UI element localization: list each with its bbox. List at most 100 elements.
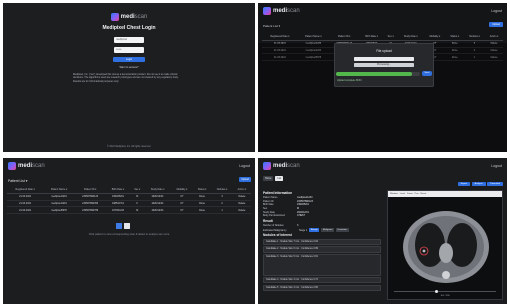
crumb-list[interactable]: List [275,176,284,181]
field-label: Sex [263,207,268,211]
modal-save-button[interactable]: Save [422,71,432,76]
nodule-item[interactable]: Candidate 5 · Nodule Size 4 mm · Confide… [263,284,381,291]
login-button[interactable]: Login [113,57,145,62]
malignancy-option-uncertain[interactable]: Uncertain [335,228,349,232]
slice-slider[interactable] [394,290,496,293]
access-link[interactable]: Want to access? [73,66,185,69]
delete-action[interactable]: Delete [232,206,251,215]
malignancy-option-benign[interactable]: Benign [309,228,320,232]
delete-action[interactable]: Delete [232,200,251,208]
topbar: mediscan Logout [3,158,255,174]
patient-detail-panel: mediscan Logout Home List Export Analysi… [258,158,507,304]
list-title[interactable]: Patient List ▾ [8,179,27,183]
nodule-list: Candidate 1 · Nodule Size 7 mm · Confide… [263,238,381,291]
table-row[interactable]: 21.03.2021medipixel12342345678901231990/… [7,193,251,201]
table-cell: Done [192,206,212,215]
table-cell: 1970/11/03 [105,206,131,215]
table-cell: CT [171,193,193,201]
table-cell: 21.03.2021 [7,193,44,201]
nodule-item[interactable]: Candidate 4 · Nodule Size 4 mm · Confide… [263,276,381,284]
logo-mark-icon [263,7,271,15]
malignancy-label: Estimated Malignancy [263,228,287,232]
delete-action[interactable]: Delete [232,193,251,201]
app-logo[interactable]: mediscan [263,7,300,15]
list-title[interactable]: Patient List ▾ [263,24,280,28]
viewer-tool-reset[interactable]: Reset [421,193,427,195]
table-cell: 21.03.2021 [7,206,44,215]
nodule-core [422,249,426,253]
ct-viewer[interactable]: Window Level Zoom Pan Reset 101 / 230 [387,190,503,300]
patient-info-title: Patient Information [263,190,293,195]
nodule-item[interactable]: Candidate 3 · Nodule Size 5 mm · Confide… [263,253,381,276]
page-button-1[interactable] [116,223,122,229]
table-cell: 234567890456 [74,200,106,208]
patient-table: Registered Date ▾ Patient Name ▾ Patient I… [7,187,251,215]
field-value: 1990/05/01 [297,203,309,207]
field-value: medipixel1234 [297,196,313,199]
field-label: Birth Date [263,203,274,207]
app-logo[interactable]: mediscan [8,162,45,170]
info-column: Patient Information Patient Name medipixe… [263,189,381,291]
table-cell: medipixel1234 [43,193,75,201]
username-input[interactable]: medipixel [114,37,144,43]
file-input[interactable] [354,57,414,61]
modal-title: File upload [376,49,392,53]
brand-primary: medi [273,8,288,14]
table-cell: M [130,193,145,201]
password-input[interactable]: •••••• [114,47,144,53]
login-panel: mediscan Medipixel Chest Login medipixel… [3,3,255,152]
ct-scan-image[interactable] [400,203,492,287]
table-row[interactable]: 21.03.2021medipixel56782345678907891970/… [7,206,251,215]
table-cell: 234567890789 [74,206,106,215]
table-cell: 1985/07/12 [105,200,131,208]
upload-progress-fill [336,72,412,76]
table-cell: medipixel1234 [43,200,75,208]
export-button[interactable]: Export [457,182,471,186]
login-title: Medipixel Chest Login [102,25,156,31]
viewer-tool-level[interactable]: Level [400,193,405,195]
viewer-tool-window[interactable]: Window [390,193,398,195]
table-cell: 234567890123 [74,193,106,201]
upload-progress-bar [336,72,420,76]
upload-complete-text: Upload complete 33/33 [337,79,362,82]
logout-link[interactable]: Logout [239,164,250,168]
upload-button[interactable]: Upload [239,177,251,182]
modal-status: Processing... [354,63,414,67]
mediastinum [439,243,453,263]
table-cell: 2 [211,200,233,208]
analysis-button[interactable]: Analysis [471,182,486,186]
table-row[interactable]: 21.03.2021medipixel12342345678904561985/… [7,200,251,208]
malignancy-option-malignant[interactable]: Malignant [321,228,334,232]
field-label: Patient Name [263,196,278,199]
slice-slider-knob[interactable] [435,290,439,293]
field-value: 2020/12/01 [297,210,309,214]
breadcrumb: Home List [263,176,284,181]
download-button[interactable]: Download [487,182,503,186]
table-cell: F [130,200,145,208]
field-value: CHEST [297,214,306,218]
brand-secondary: scan [287,163,300,169]
topbar: mediscan Logout [258,3,507,19]
malignancy-value: Stage 1 [299,228,308,232]
table-cell: 21.03.2021 [7,200,44,208]
page-button-2[interactable] [124,223,130,229]
logo-mark-icon [110,13,119,21]
crumb-home[interactable]: Home [263,176,274,181]
upload-modal-panel: mediscan Logout Patient List ▾ Upload Re… [258,3,507,152]
logout-link[interactable]: Logout [491,9,502,13]
nodules-title: Nodules of Interest [263,233,292,238]
nodule-item[interactable]: Candidate 2 · Nodule Size 6 mm · Confide… [263,246,381,253]
field-value: 234567890123 [297,199,313,203]
table-cell: 2020/12/01 [144,200,172,208]
logout-link[interactable]: Logout [491,164,502,168]
viewer-tool-pan[interactable]: Pan [415,193,419,195]
viewer-tool-zoom[interactable]: Zoom [407,193,413,195]
field-label: Number of Nodules [263,224,284,228]
app-logo[interactable]: mediscan [263,162,300,170]
brand-primary: medi [273,163,288,169]
upload-button[interactable]: Upload [489,22,503,27]
nodule-item[interactable]: Candidate 1 · Nodule Size 7 mm · Confide… [263,238,381,245]
field-value: 3 [297,224,299,228]
logo-mark-icon [8,162,16,170]
table-cell: 1990/05/01 [105,193,131,201]
